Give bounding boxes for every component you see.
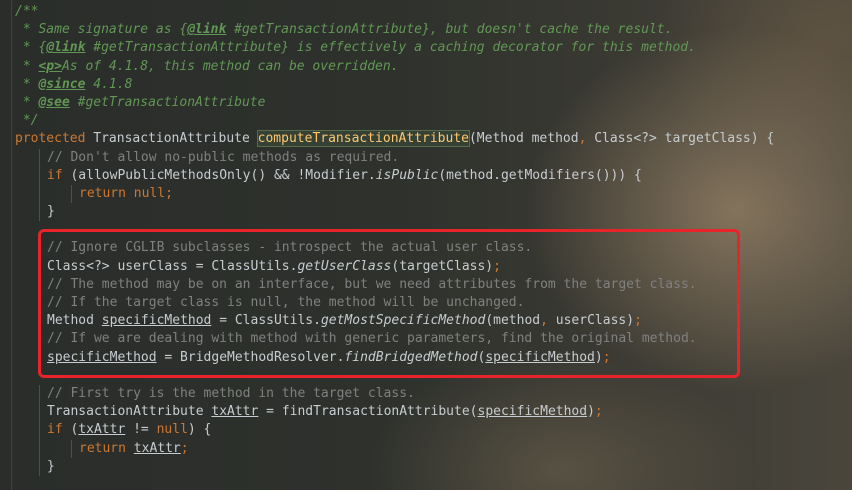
code-token: protected bbox=[15, 131, 94, 147]
indent-guide bbox=[39, 421, 40, 440]
code-token: <p> bbox=[38, 58, 62, 74]
code-token: computeTransactionAttribute bbox=[256, 130, 470, 148]
code-token: } bbox=[47, 458, 55, 474]
code-line: * <p>As of 4.1.8, this method can be ove… bbox=[0, 58, 852, 76]
code-token: * Same signature as { bbox=[15, 22, 188, 38]
code-token: // First try is the method in the target… bbox=[47, 385, 415, 401]
indent-guide bbox=[39, 384, 40, 404]
indent-guide bbox=[39, 148, 40, 167]
code-token: /** bbox=[15, 4, 39, 19]
code-token: = findTransactionAttribute( bbox=[258, 404, 478, 420]
code-token: TransactionAttribute bbox=[93, 131, 258, 147]
code-line: * Same signature as {@link #getTransacti… bbox=[0, 21, 852, 39]
red-highlight-box bbox=[38, 229, 740, 378]
code-token: if bbox=[47, 167, 71, 183]
code-token: if bbox=[47, 422, 71, 438]
code-token: @link bbox=[46, 40, 86, 56]
code-token: return null; bbox=[79, 185, 173, 201]
code-token: txAttr bbox=[133, 440, 181, 456]
code-token: ; bbox=[594, 404, 603, 420]
code-line: return null; bbox=[0, 184, 852, 204]
code-line: if (allowPublicMethodsOnly() && !Modifie… bbox=[0, 166, 852, 185]
code-line: * {@link #getTransactionAttribute} is ef… bbox=[0, 39, 852, 57]
code-token: #getTransactionAttribute} is effectively… bbox=[85, 40, 696, 56]
code-line: /** bbox=[0, 3, 852, 21]
code-line: * @since 4.1.8 bbox=[0, 76, 852, 94]
code-token: return bbox=[79, 440, 134, 456]
code-line: protected TransactionAttribute computeTr… bbox=[0, 130, 852, 148]
code-token: @link bbox=[187, 22, 227, 38]
code-token: , bbox=[578, 131, 595, 147]
code-token: // Don't allow no-public methods as requ… bbox=[47, 149, 400, 165]
code-token: txAttr bbox=[211, 404, 259, 420]
code-token: txAttr bbox=[78, 422, 126, 438]
code-line: // First try is the method in the target… bbox=[0, 384, 852, 404]
code-token: ; bbox=[180, 440, 189, 456]
indent-guide bbox=[39, 439, 40, 458]
code-token: (method.getModifiers())) { bbox=[438, 167, 642, 183]
code-token: As of 4.1.8, this method can be overridd… bbox=[61, 58, 399, 74]
indent-guide bbox=[39, 457, 40, 476]
code-token: (allowPublicMethodsOnly() && !Modifier. bbox=[70, 167, 376, 183]
code-token: @see bbox=[38, 94, 70, 110]
code-line: } bbox=[0, 457, 852, 476]
code-token: (Method method bbox=[468, 131, 579, 147]
code-line: */ bbox=[0, 112, 852, 130]
indent-guide bbox=[71, 439, 72, 458]
code-token: } bbox=[47, 204, 55, 220]
indent-guide bbox=[39, 166, 40, 185]
code-line: return txAttr; bbox=[0, 439, 852, 458]
code-line: } bbox=[0, 203, 852, 222]
code-token: Class<?> targetClass) { bbox=[594, 131, 775, 147]
code-line: TransactionAttribute txAttr = findTransa… bbox=[0, 403, 852, 422]
code-token: ) bbox=[587, 404, 595, 420]
code-line: // Don't allow no-public methods as requ… bbox=[0, 148, 852, 167]
code-token: #getTransactionAttribute bbox=[69, 94, 266, 110]
code-token: ) { bbox=[187, 422, 212, 438]
code-token: TransactionAttribute bbox=[47, 404, 212, 420]
code-token: */ bbox=[15, 113, 39, 129]
indent-guide bbox=[39, 184, 40, 204]
code-line: if (txAttr != null) { bbox=[0, 421, 852, 440]
code-line: * @see #getTransactionAttribute bbox=[0, 94, 852, 112]
indent-guide bbox=[39, 203, 40, 222]
code-token: * bbox=[15, 58, 39, 74]
code-token: isPublic bbox=[375, 167, 439, 183]
indent-guide bbox=[39, 403, 40, 422]
code-token: != bbox=[125, 422, 157, 438]
code-token: #getTransactionAttribute}, but doesn't c… bbox=[226, 22, 673, 38]
indent-guide bbox=[71, 184, 72, 204]
code-token: specificMethod bbox=[477, 404, 588, 420]
code-token: * bbox=[15, 94, 39, 110]
code-token: null bbox=[156, 422, 188, 438]
code-token: * bbox=[15, 76, 39, 92]
code-token: @since bbox=[38, 76, 86, 92]
code-token: 4.1.8 bbox=[85, 76, 133, 92]
code-token: * { bbox=[15, 40, 47, 56]
